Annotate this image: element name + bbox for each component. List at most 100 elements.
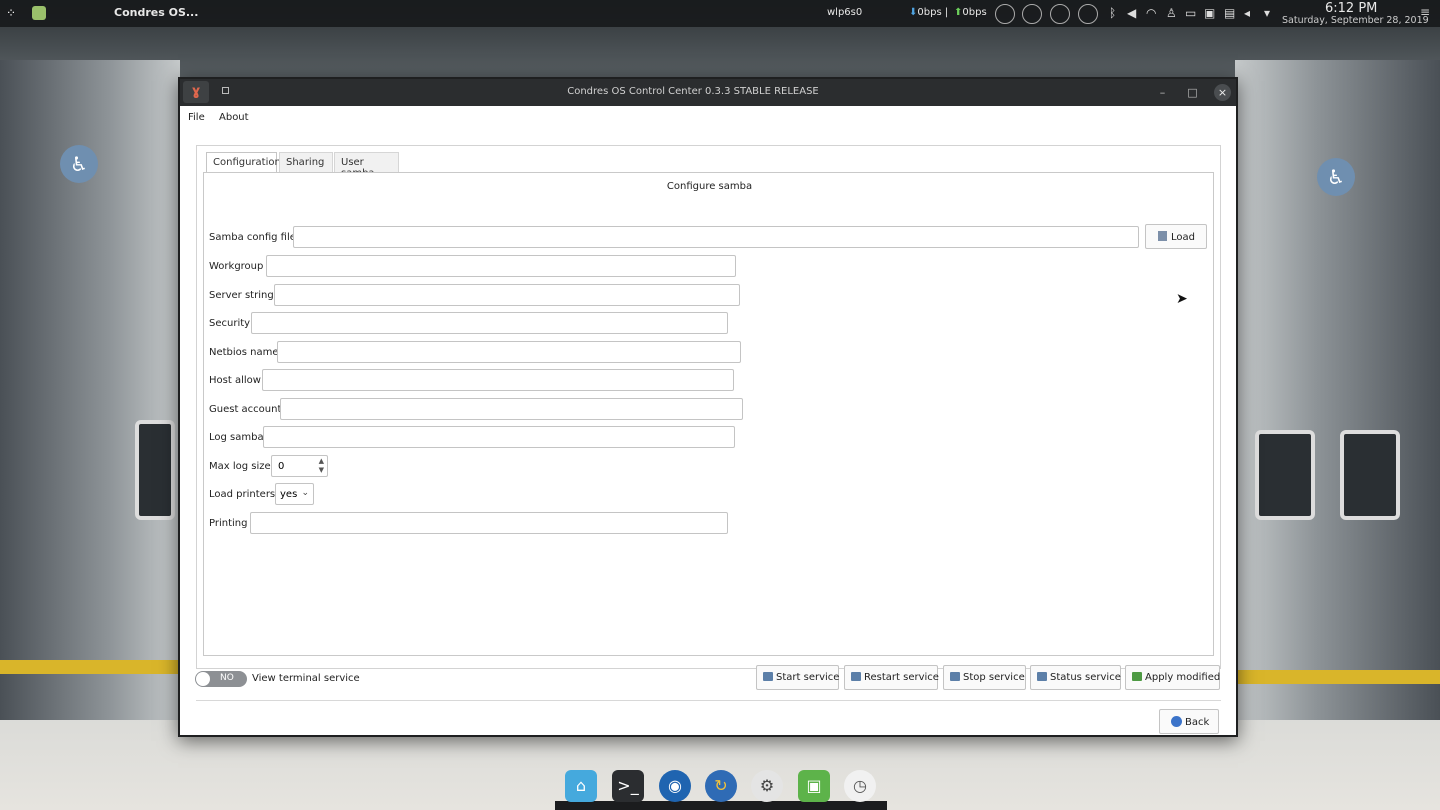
service-icon: [763, 672, 773, 681]
update-icon[interactable]: ↻: [705, 770, 737, 802]
battery-icon[interactable]: ▭: [1185, 6, 1196, 20]
netbios-name-input[interactable]: [277, 341, 741, 363]
status-service-button[interactable]: Status service: [1030, 665, 1121, 690]
bluetooth-icon[interactable]: ᛒ: [1109, 6, 1116, 20]
service-icon: [851, 672, 861, 681]
tab-configuration[interactable]: Configuration: [206, 152, 281, 173]
netbios-name-label: Netbios name: [209, 347, 279, 358]
log-samba-label: Log samba: [209, 432, 264, 443]
window-title: Condres OS Control Center 0.3.3 STABLE R…: [567, 86, 819, 97]
log-samba-input[interactable]: [263, 426, 735, 448]
host-allow-label: Host allow: [209, 375, 261, 386]
server-string-input[interactable]: [274, 284, 740, 306]
dock-base: [555, 801, 887, 810]
swap-monitor-icon[interactable]: [1050, 4, 1070, 24]
wheelchair-sign-icon: ♿: [1317, 158, 1355, 196]
back-button[interactable]: Back: [1159, 709, 1219, 734]
dots-launcher-icon[interactable]: ⁘: [6, 6, 20, 20]
clock-time[interactable]: 6:12 PM: [1325, 1, 1377, 16]
workgroup-label: Workgroup: [209, 261, 264, 272]
clock-app-icon[interactable]: ◷: [844, 770, 876, 802]
printing-label: Printing: [209, 518, 248, 529]
screenshot-icon[interactable]: ▣: [1204, 6, 1215, 20]
home-folder-icon[interactable]: ⌂: [565, 770, 597, 802]
workgroup-input[interactable]: [266, 255, 736, 277]
wallpaper-platform-edge: [1235, 670, 1440, 684]
max-log-size-label: Max log size: [209, 461, 271, 472]
clock-date: Saturday, September 28, 2019: [1282, 15, 1429, 26]
active-app-title[interactable]: Condres OS...: [114, 6, 198, 19]
stop-service-label: Stop service: [963, 672, 1025, 683]
main-frame: Configuration Sharing User samba Configu…: [196, 145, 1221, 669]
settings-gear-icon[interactable]: ⚙: [751, 770, 783, 802]
configuration-panel: Configure samba Samba config file Load W…: [203, 172, 1214, 656]
maximize-icon[interactable]: □: [1184, 84, 1201, 101]
menu-file[interactable]: File: [188, 112, 205, 123]
guest-account-input[interactable]: [280, 398, 743, 420]
chevron-up-icon[interactable]: ▲: [319, 457, 324, 465]
load-printers-select[interactable]: yes ⌄: [275, 483, 314, 505]
clipboard-icon[interactable]: ▤: [1224, 6, 1235, 20]
volume-icon[interactable]: ◀: [1127, 6, 1136, 20]
net-download-value: 0bps: [917, 7, 942, 18]
security-input[interactable]: [251, 312, 728, 334]
network-interface: wlp6s0: [827, 7, 863, 18]
tab-sharing[interactable]: Sharing: [279, 152, 333, 172]
minimize-icon[interactable]: –: [1154, 84, 1171, 101]
disk-monitor-icon[interactable]: [1078, 4, 1098, 24]
wallpaper-platform-edge: [0, 660, 180, 674]
dropdown-arrow-icon[interactable]: ▾: [1264, 6, 1270, 20]
condres-app-icon[interactable]: [32, 6, 46, 20]
back-arrow-icon: [1171, 716, 1182, 727]
wallpaper-train-window: [135, 420, 175, 520]
net-download-speed: ⬇0bps |: [909, 7, 948, 18]
terminal-icon[interactable]: >_: [612, 770, 644, 802]
max-log-size-value: 0: [278, 461, 285, 472]
restart-service-label: Restart service: [864, 672, 939, 683]
service-action-row: NO View terminal service Start service R…: [180, 665, 1236, 701]
samba-config-file-label: Samba config file: [209, 232, 296, 243]
apply-modified-label: Apply modified: [1145, 672, 1221, 683]
browser-icon[interactable]: ◉: [659, 770, 691, 802]
toggle-state: NO: [220, 673, 234, 683]
chevron-down-icon[interactable]: ▼: [319, 466, 324, 474]
file-icon: [1158, 231, 1167, 241]
window-titlebar[interactable]: ɣ Condres OS Control Center 0.3.3 STABLE…: [180, 79, 1236, 106]
start-service-label: Start service: [776, 672, 840, 683]
load-button-label: Load: [1171, 232, 1195, 243]
panel-menu-icon[interactable]: ≡: [1420, 5, 1430, 19]
divider: [196, 700, 1221, 701]
restart-service-button[interactable]: Restart service: [844, 665, 939, 690]
apply-modified-button[interactable]: Apply modified: [1125, 665, 1220, 690]
host-allow-input[interactable]: [262, 369, 734, 391]
chevron-down-icon: ⌄: [301, 488, 309, 498]
dock: ⌂ >_ ◉ ↻ ⚙ ▣ ◷: [555, 766, 887, 810]
net-separator: |: [944, 7, 949, 18]
wallpaper-train-window: [1340, 430, 1400, 520]
service-icon: [1037, 672, 1047, 681]
close-icon[interactable]: ×: [1214, 84, 1231, 101]
wifi-icon[interactable]: ◠: [1146, 6, 1156, 20]
printing-input[interactable]: [250, 512, 728, 534]
status-service-label: Status service: [1050, 672, 1121, 683]
cpu-monitor-icon[interactable]: [995, 4, 1015, 24]
load-printers-value: yes: [280, 489, 298, 500]
save-icon: [1132, 672, 1142, 681]
mouse-cursor-icon: ➤: [1176, 291, 1188, 307]
start-service-button[interactable]: Start service: [756, 665, 839, 690]
wheelchair-sign-icon: ♿: [60, 145, 98, 183]
speaker-icon[interactable]: ◂: [1244, 6, 1250, 20]
samba-config-file-input[interactable]: [293, 226, 1139, 248]
view-terminal-toggle[interactable]: NO: [195, 671, 247, 687]
screenshot-app-icon[interactable]: ▣: [798, 770, 830, 802]
tab-user-samba[interactable]: User samba: [334, 152, 399, 179]
max-log-size-stepper[interactable]: 0 ▲ ▼: [271, 455, 328, 477]
load-button[interactable]: Load: [1145, 224, 1207, 249]
stop-service-button[interactable]: Stop service: [943, 665, 1026, 690]
view-terminal-label: View terminal service: [252, 673, 360, 684]
back-button-label: Back: [1185, 717, 1210, 728]
menu-about[interactable]: About: [219, 112, 249, 123]
menu-bar: File About: [180, 106, 1236, 130]
user-icon[interactable]: ♙: [1166, 6, 1177, 20]
memory-monitor-icon[interactable]: [1022, 4, 1042, 24]
